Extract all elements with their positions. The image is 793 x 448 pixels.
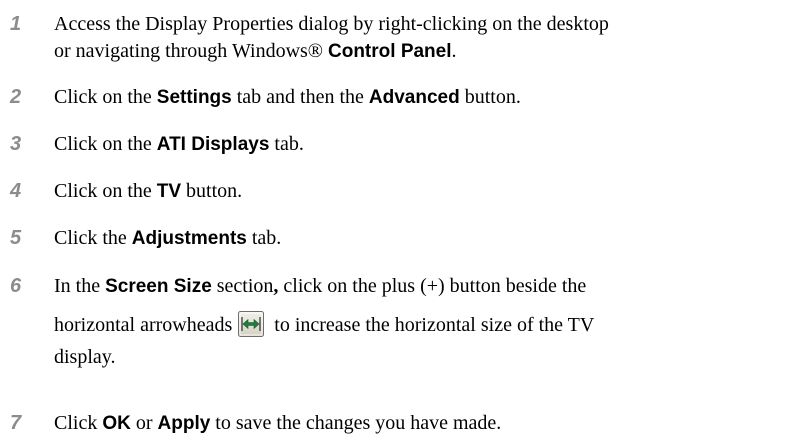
text-run: horizontal arrowheads (54, 314, 233, 336)
horizontal-arrowheads-icon (238, 311, 265, 338)
text-run: tab and then the (231, 86, 369, 108)
step-line: Click on the ATI Displays tab. (54, 131, 790, 158)
ui-term: Advanced (368, 87, 460, 108)
step-text: Click on the Settings tab and then the A… (54, 84, 790, 111)
text-run: . (451, 40, 457, 62)
step-number: 1 (10, 13, 22, 35)
ui-term: OK (102, 413, 131, 434)
step-number: 6 (10, 275, 22, 297)
ui-term: Settings (156, 87, 232, 108)
text-run: tab. (246, 227, 282, 249)
text-run: Click on the (54, 180, 157, 202)
text-run: or (130, 412, 158, 434)
text-run: to increase the horizontal size of the T… (274, 314, 595, 336)
text-run: Access the Display Properties dialog by … (54, 13, 609, 35)
ui-term: Control Panel (328, 41, 452, 62)
ui-term: Adjustments (131, 228, 247, 249)
step-line: Click the Adjustments tab. (54, 225, 790, 252)
text-run: Click (54, 412, 103, 434)
step-text: Access the Display Properties dialog by … (54, 11, 790, 65)
step-line: Click on the TV button. (54, 178, 790, 205)
step-line: Click OK or Apply to save the changes yo… (54, 410, 790, 437)
step-number: 7 (10, 412, 22, 434)
ui-term: ATI Displays (156, 134, 270, 155)
step-number: 2 (10, 86, 22, 108)
step-number: 4 (10, 180, 22, 202)
step-text: Click OK or Apply to save the changes yo… (54, 410, 790, 437)
text-run: to save the changes you have made. (210, 412, 502, 434)
step-text: Click on the ATI Displays tab. (54, 131, 790, 158)
text-run: click on the plus (+) button beside the (278, 275, 587, 297)
ui-term: Screen Size (105, 276, 212, 297)
text-run: button. (181, 180, 243, 202)
step-number: 5 (10, 227, 22, 249)
step-line: display. (54, 344, 790, 371)
text-run: display. (54, 346, 116, 368)
step-line: Access the Display Properties dialog by … (54, 11, 790, 38)
step-line: In the Screen Size section, click on the… (54, 273, 790, 306)
step-line: Click on the Settings tab and then the A… (54, 84, 790, 111)
text-run: In the (54, 275, 106, 297)
text-run: section (211, 275, 274, 297)
text-run: Click on the (54, 133, 157, 155)
text-run: tab. (269, 133, 304, 155)
text-run: Click on the (54, 86, 157, 108)
step-number: 3 (10, 133, 22, 155)
step-text: In the Screen Size section, click on the… (54, 273, 790, 371)
step-text: Click the Adjustments tab. (54, 225, 790, 252)
ui-term: TV (156, 181, 182, 202)
step-line: horizontal arrowheads to increase the ho… (54, 306, 790, 344)
step-line: or navigating through Windows® Control P… (54, 38, 790, 65)
text-run: or navigating through Windows® (54, 40, 328, 62)
ui-term: Apply (157, 413, 211, 434)
text-run: button. (459, 86, 521, 108)
step-text: Click on the TV button. (54, 178, 790, 205)
text-run: Click the (54, 227, 132, 249)
